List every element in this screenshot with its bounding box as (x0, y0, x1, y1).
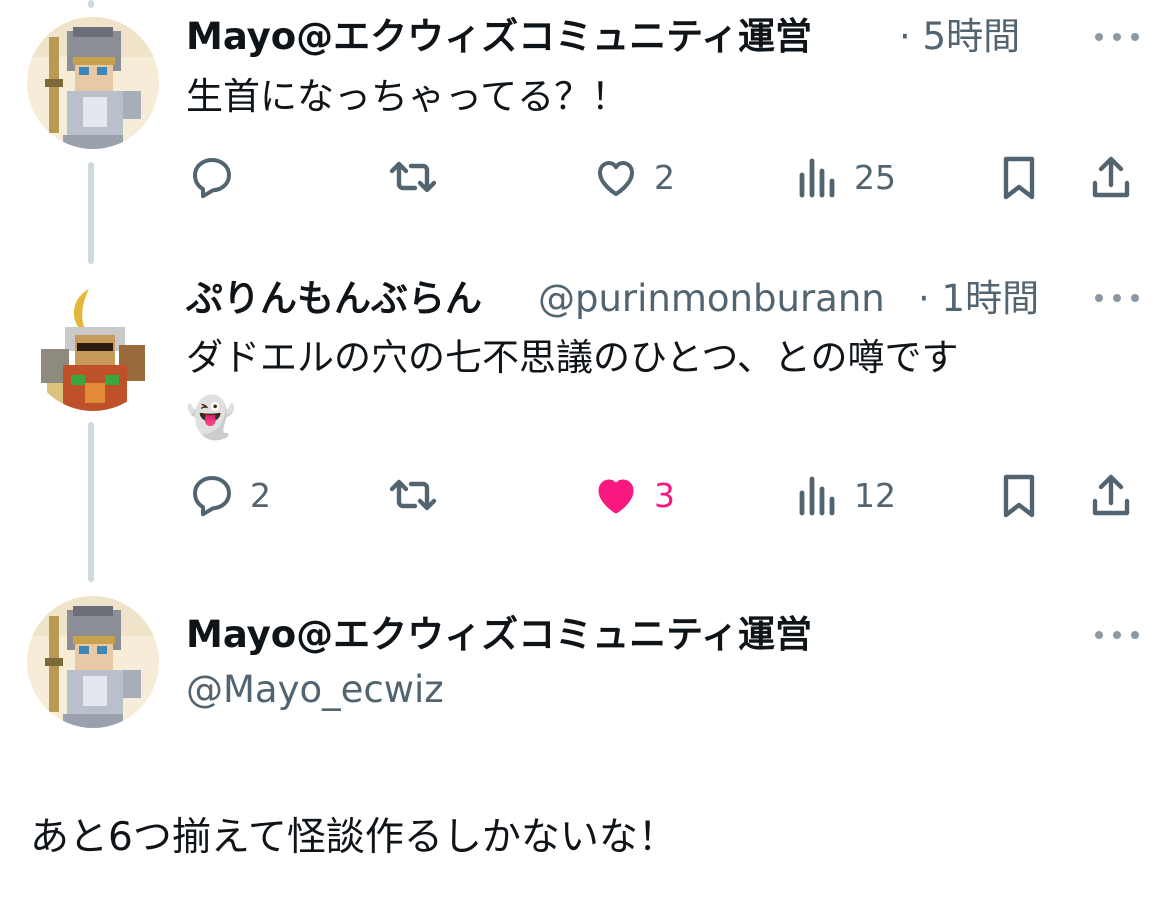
like-icon (598, 161, 634, 196)
time-text: 1時間 (941, 277, 1040, 320)
like-count: 2 (654, 157, 675, 197)
more-icon[interactable] (1095, 27, 1139, 47)
pixel-knight-avatar-image (27, 17, 159, 149)
like-icon-filled (598, 479, 634, 514)
more-icon[interactable] (1095, 288, 1139, 308)
more-icon[interactable] (1095, 625, 1139, 645)
thread-line-1 (88, 162, 94, 264)
views-count: 12 (854, 475, 896, 515)
thread-line-2 (88, 422, 94, 582)
time-separator: · (918, 277, 930, 320)
bookmark-icon (1003, 474, 1035, 518)
time-separator: · (899, 15, 911, 58)
retweet-button[interactable] (386, 153, 454, 201)
bookmark-button[interactable] (996, 153, 1042, 201)
timestamp[interactable]: · 5時間 (899, 15, 1020, 59)
timestamp[interactable]: · 1時間 (918, 277, 1039, 321)
views-icon (799, 476, 835, 516)
share-button[interactable] (1087, 153, 1135, 201)
like-button[interactable]: 2 (592, 153, 675, 201)
retweet-icon (389, 479, 437, 511)
author-handle[interactable]: @purinmonburann (538, 277, 885, 321)
share-button[interactable] (1087, 471, 1135, 519)
author-name[interactable]: ぷりんもんぶらん (186, 277, 482, 321)
retweet-icon (389, 161, 437, 193)
author-handle[interactable]: @Mayo_ecwiz (186, 668, 444, 712)
bookmark-icon (1003, 156, 1035, 200)
reply-button[interactable]: 2 (188, 471, 271, 519)
avatar[interactable] (27, 279, 159, 411)
thread-line-top (88, 0, 94, 8)
tweet-text: 生首になっちゃってる？！ (186, 75, 629, 118)
tweet-text: ダドエルの穴の七不思議のひとつ、との噂です (186, 336, 959, 379)
reply-count: 2 (250, 475, 271, 515)
views-count: 25 (854, 157, 896, 197)
tweet-text: あと6つ揃えて怪談作るしかないな！ (30, 815, 677, 860)
author-name[interactable]: Mayo@エクウィズコミュニティ運営 (186, 15, 812, 59)
avatar[interactable] (27, 596, 159, 728)
avatar[interactable] (27, 17, 159, 149)
share-icon (1092, 474, 1130, 516)
views-button[interactable]: 25 (796, 153, 896, 201)
reply-button[interactable] (188, 153, 250, 201)
author-name[interactable]: Mayo@エクウィズコミュニティ運営 (186, 613, 812, 657)
reply-icon (193, 476, 231, 517)
bookmark-button[interactable] (996, 471, 1042, 519)
views-button[interactable]: 12 (796, 471, 896, 519)
pixel-knight-avatar-image (27, 596, 159, 728)
reply-icon (193, 158, 231, 199)
time-text: 5時間 (922, 15, 1021, 58)
retweet-button[interactable] (386, 471, 454, 519)
like-button[interactable]: 3 (592, 471, 675, 519)
like-count: 3 (654, 475, 675, 515)
tweet-emoji: 👻 (186, 395, 236, 441)
armored-warrior-avatar-image (27, 279, 159, 411)
share-icon (1092, 156, 1130, 198)
views-icon (799, 158, 835, 198)
